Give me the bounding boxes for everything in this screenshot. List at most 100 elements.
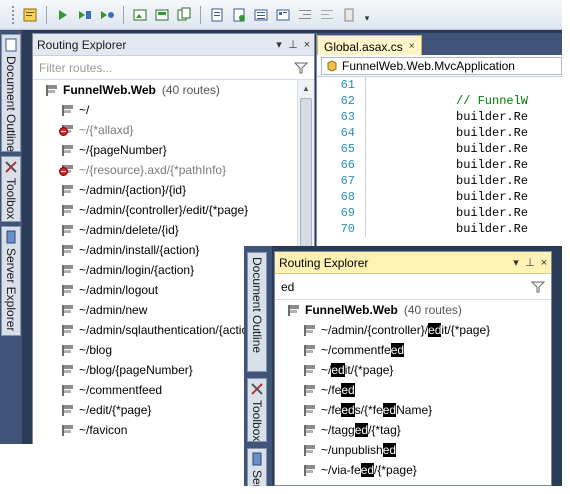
route-item[interactable]: ~/edit/{*page} [275, 360, 551, 380]
panel-title: Routing Explorer [279, 255, 369, 270]
tab-toolbox[interactable]: Toolbox [1, 156, 21, 222]
navigation-bar: FunnelWeb.Web.MvcApplication [317, 55, 562, 77]
line-number: 69 [340, 206, 355, 220]
scroll-up-button[interactable]: ▲ [298, 80, 314, 96]
indent-icon[interactable] [296, 6, 314, 24]
filter-routes-input[interactable] [39, 60, 292, 75]
match-highlight: ed [341, 383, 355, 397]
route-item[interactable]: ~/ [33, 100, 314, 120]
gutter-divider [365, 205, 366, 221]
window-position-button[interactable]: ▾ [509, 256, 523, 269]
project-name: FunnelWeb.Web [63, 83, 156, 97]
match-highlight: ed [331, 363, 345, 377]
route-text: ~/via-fe [321, 463, 361, 477]
type-dropdown[interactable]: FunnelWeb.Web.MvcApplication [321, 56, 562, 75]
route-label: ~/tagged/{*tag} [321, 423, 401, 437]
side-tab-strip: Document Outline Toolbox Server [244, 246, 272, 486]
close-button[interactable]: × [300, 39, 314, 51]
tools-icon[interactable] [340, 6, 358, 24]
toolbar-overflow-button[interactable]: ▾ [362, 6, 372, 24]
filter-routes-input[interactable]: ed [281, 280, 529, 294]
route-text: s/{*fe [354, 403, 383, 417]
route-item[interactable]: ~/admin/delete/{id} [33, 220, 314, 240]
filter-icon[interactable] [292, 59, 310, 77]
properties-icon[interactable] [230, 6, 248, 24]
toolbar-separator [46, 5, 47, 24]
list-icon[interactable] [252, 6, 270, 24]
route-group-icon [43, 83, 59, 97]
line-number: 67 [340, 174, 355, 188]
scrollbar-thumb[interactable] [300, 98, 312, 248]
match-highlight: ed [428, 323, 442, 337]
route-label: ~/{resource}.axd/{*pathInfo} [79, 163, 227, 177]
line-number: 65 [340, 142, 355, 156]
document-tab-well: Global.asax.cs × [317, 33, 562, 55]
route-icon [59, 403, 75, 417]
toolbar-grip[interactable] [12, 5, 15, 24]
route-item[interactable]: ~/commentfeed [275, 340, 551, 360]
project-name: FunnelWeb.Web [305, 303, 398, 317]
document-icon[interactable] [208, 6, 226, 24]
route-item[interactable]: ~/{*allaxd} [33, 120, 314, 140]
route-label: ~/admin/logout [79, 283, 159, 297]
route-label: ~/admin/delete/{id} [79, 223, 179, 237]
line-number: 62 [340, 94, 355, 108]
code-text: builder.Re [456, 126, 529, 140]
code-text: // FunnelW [456, 94, 529, 108]
route-item[interactable]: ~/feeds/{*feedName} [275, 400, 551, 420]
tab-label: Server [250, 466, 264, 486]
code-area[interactable]: 61 62// FunnelW 63 builder.Re 64 builder.Re 65… [317, 77, 562, 237]
route-tree-root[interactable]: FunnelWeb.Web (40 routes) [275, 300, 551, 320]
code-text: builder.Re [456, 190, 529, 204]
step-over-icon[interactable] [98, 6, 116, 24]
step-into-icon[interactable] [76, 6, 94, 24]
run-icon[interactable] [54, 6, 72, 24]
code-text: builder.Re [456, 206, 529, 220]
tab-document-outline[interactable]: Document Outline [247, 252, 267, 372]
toolbar-separator [200, 5, 201, 24]
image-icon[interactable] [131, 6, 149, 24]
route-item[interactable]: ~/admin/{controller}/edit/{*page} [275, 320, 551, 340]
route-label: ~/feeds/{*feedName} [321, 403, 432, 417]
tab-server-explorer[interactable]: Server Explorer [1, 226, 21, 336]
server-explorer-icon [4, 230, 18, 244]
route-item[interactable]: ~/{pageNumber} [33, 140, 314, 160]
route-item[interactable]: ~/tagged/{*tag} [275, 420, 551, 440]
code-line: 68 builder.Re [317, 189, 562, 205]
route-label: ~/blog/{pageNumber} [79, 363, 193, 377]
match-highlight: ed [390, 343, 405, 357]
gutter-divider [365, 125, 366, 141]
route-item[interactable]: ~/admin/{action}/{id} [33, 180, 314, 200]
window-position-button[interactable]: ▾ [272, 38, 286, 51]
gutter-divider [365, 77, 366, 93]
gutter-divider [365, 221, 366, 237]
route-item[interactable]: ~/via-feed/{*page} [275, 460, 551, 480]
outline-icon[interactable] [274, 6, 292, 24]
route-text: ~/unpublish [321, 443, 383, 457]
route-item[interactable]: ~/{resource}.axd/{*pathInfo} [33, 160, 314, 180]
gutter-divider [365, 189, 366, 205]
zoomed-window: Document Outline Toolbox Server Routing … [244, 246, 562, 486]
tab-global-asax-cs[interactable]: Global.asax.cs × [317, 35, 422, 55]
tab-server-explorer[interactable]: Server [247, 448, 267, 486]
pin-icon[interactable]: ⊥ [286, 38, 300, 51]
close-button[interactable]: × [537, 257, 551, 269]
route-text: ~/tagg [321, 423, 355, 437]
route-item[interactable]: ~/unpublished [275, 440, 551, 460]
close-tab-button[interactable]: × [409, 41, 415, 52]
pin-icon[interactable]: ⊥ [523, 256, 537, 269]
filter-icon[interactable] [529, 278, 547, 296]
route-item[interactable]: ~/feed [275, 380, 551, 400]
route-item[interactable]: ~/admin/{controller}/edit/{*page} [33, 200, 314, 220]
save-all-icon[interactable] [153, 6, 171, 24]
route-tree-root[interactable]: FunnelWeb.Web (40 routes) [33, 80, 314, 100]
comment-icon[interactable] [21, 6, 39, 24]
code-line: 67 builder.Re [317, 173, 562, 189]
route-label: ~/ [79, 103, 90, 117]
line-number: 66 [340, 158, 355, 172]
tab-document-outline[interactable]: Document Outline [1, 34, 21, 152]
outdent-icon[interactable] [318, 6, 336, 24]
copy-icon[interactable] [175, 6, 193, 24]
tab-toolbox[interactable]: Toolbox [247, 378, 267, 442]
route-icon [59, 303, 75, 317]
